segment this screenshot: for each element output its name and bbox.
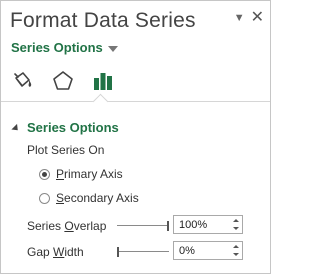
series-options-dropdown[interactable]: Series Options <box>11 40 118 55</box>
tab-fill-line[interactable] <box>9 67 37 95</box>
section-title: Series Options <box>27 120 119 135</box>
slider-thumb[interactable] <box>117 247 119 257</box>
series-overlap-label: Series Overlap <box>27 219 107 233</box>
tab-effects[interactable] <box>49 67 77 95</box>
spinner-arrows[interactable] <box>230 216 242 233</box>
tab-series-options[interactable] <box>89 67 117 95</box>
primary-axis-option[interactable]: Primary Axis <box>39 167 123 181</box>
spin-down-icon[interactable] <box>233 253 239 257</box>
bar-chart-icon <box>94 73 112 90</box>
close-icon[interactable]: ✕ <box>251 10 264 26</box>
selected-tab-indicator <box>92 93 109 110</box>
pane-header-controls: ▼ ✕ <box>234 10 264 26</box>
pane-title: Format Data Series <box>10 9 196 32</box>
collapse-caret-icon <box>11 123 21 133</box>
gap-width-spinner[interactable]: 0% <box>173 241 243 260</box>
series-overlap-slider[interactable] <box>117 221 169 231</box>
paint-bucket-icon <box>14 72 32 87</box>
series-overlap-value[interactable]: 100% <box>174 219 230 231</box>
pin-dropdown-icon[interactable]: ▼ <box>234 11 245 25</box>
secondary-axis-option[interactable]: Secondary Axis <box>39 191 139 205</box>
series-overlap-spinner[interactable]: 100% <box>173 215 243 234</box>
spinner-arrows[interactable] <box>230 242 242 259</box>
tab-divider <box>1 101 270 102</box>
spin-up-icon[interactable] <box>233 244 239 248</box>
spin-down-icon[interactable] <box>233 227 239 231</box>
primary-axis-label: Primary Axis <box>56 167 123 181</box>
primary-axis-radio[interactable] <box>39 168 50 180</box>
secondary-axis-label: Secondary Axis <box>56 191 139 205</box>
chevron-down-icon <box>107 45 118 52</box>
slider-track <box>117 225 169 226</box>
slider-thumb[interactable] <box>167 221 169 231</box>
gap-width-value[interactable]: 0% <box>174 245 230 257</box>
format-data-series-pane: Format Data Series ▼ ✕ Series Options Se… <box>0 0 271 274</box>
series-options-dropdown-label: Series Options <box>11 40 103 55</box>
format-tabs <box>1 63 270 110</box>
pentagon-icon <box>53 71 73 90</box>
secondary-axis-radio[interactable] <box>39 192 50 204</box>
series-options-section-header[interactable]: Series Options <box>11 120 119 135</box>
plot-series-on-label: Plot Series On <box>27 143 105 157</box>
spin-up-icon[interactable] <box>233 218 239 222</box>
slider-track <box>117 251 169 252</box>
gap-width-slider[interactable] <box>117 247 169 257</box>
gap-width-label: Gap Width <box>27 245 84 259</box>
